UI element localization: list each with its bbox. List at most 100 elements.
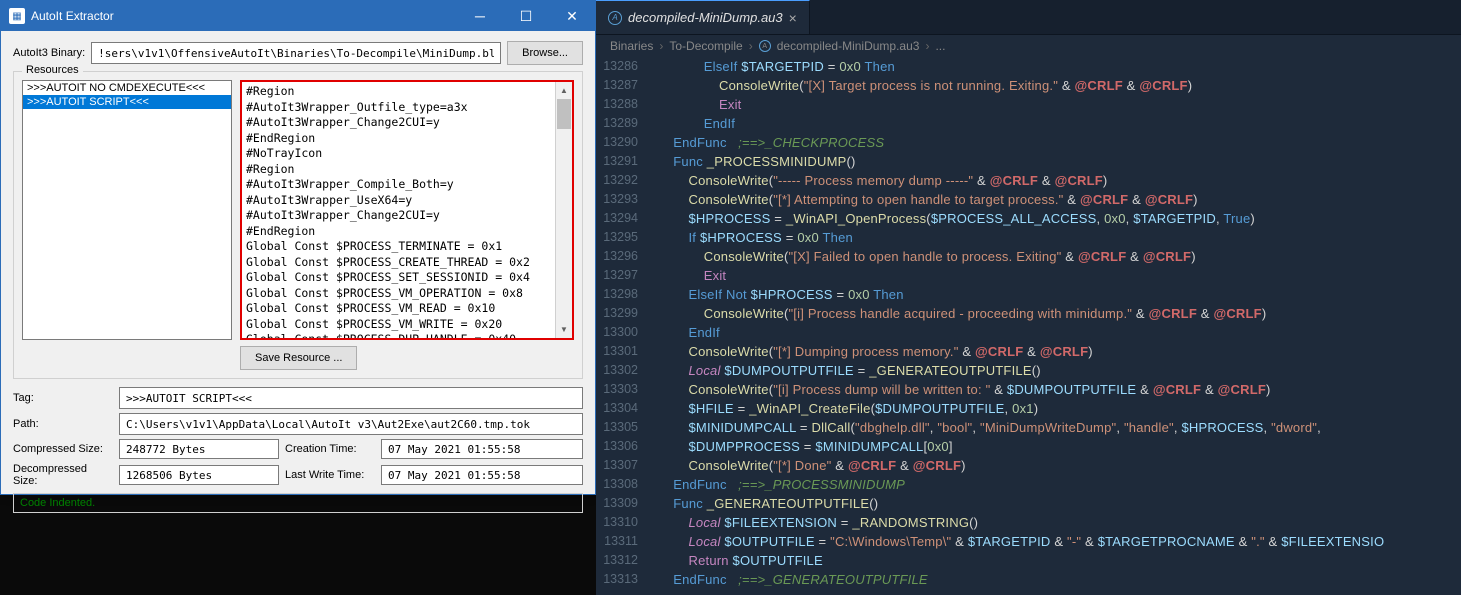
- path-label: Path:: [13, 418, 113, 430]
- code-line[interactable]: 13313 EndFunc ;==>_GENERATEOUTPUTFILE: [596, 570, 1461, 589]
- autoit-file-icon: A: [759, 40, 771, 52]
- code-content: EndIf: [658, 114, 1461, 133]
- breadcrumb-item[interactable]: decompiled-MiniDump.au3: [777, 39, 920, 53]
- code-line[interactable]: 13303 ConsoleWrite("[i] Process dump wil…: [596, 380, 1461, 399]
- code-line[interactable]: 13310 Local $FILEEXTENSION = _RANDOMSTRI…: [596, 513, 1461, 532]
- code-content: Local $DUMPOUTPUTFILE = _GENERATEOUTPUTF…: [658, 361, 1461, 380]
- code-line[interactable]: 13311 Local $OUTPUTFILE = "C:\Windows\Te…: [596, 532, 1461, 551]
- script-content[interactable]: #Region #AutoIt3Wrapper_Outfile_type=a3x…: [242, 82, 572, 338]
- code-content: EndFunc ;==>_CHECKPROCESS: [658, 133, 1461, 152]
- line-number: 13303: [596, 380, 658, 399]
- vertical-scrollbar[interactable]: ▲ ▼: [555, 82, 572, 338]
- code-content: ConsoleWrite("[X] Target process is not …: [658, 76, 1461, 95]
- code-content: Exit: [658, 266, 1461, 285]
- code-line[interactable]: 13292 ConsoleWrite("----- Process memory…: [596, 171, 1461, 190]
- titlebar[interactable]: ▦ AutoIt Extractor ─ ☐ ✕: [1, 1, 595, 31]
- code-line[interactable]: 13308 EndFunc ;==>_PROCESSMINIDUMP: [596, 475, 1461, 494]
- code-line[interactable]: 13309 Func _GENERATEOUTPUTFILE(): [596, 494, 1461, 513]
- line-number: 13304: [596, 399, 658, 418]
- code-content: Func _PROCESSMINIDUMP(): [658, 152, 1461, 171]
- code-line[interactable]: 13307 ConsoleWrite("[*] Done" & @CRLF & …: [596, 456, 1461, 475]
- lastwrite-time-field[interactable]: [381, 465, 583, 485]
- breadcrumb-item[interactable]: ...: [935, 39, 945, 53]
- compressed-size-field[interactable]: [119, 439, 279, 459]
- breadcrumb-separator: ›: [749, 39, 753, 53]
- line-number: 13301: [596, 342, 658, 361]
- code-line[interactable]: 13298 ElseIf Not $HPROCESS = 0x0 Then: [596, 285, 1461, 304]
- autoit-file-icon: A: [608, 11, 622, 25]
- code-line[interactable]: 13301 ConsoleWrite("[*] Dumping process …: [596, 342, 1461, 361]
- line-number: 13289: [596, 114, 658, 133]
- code-line[interactable]: 13305 $MINIDUMPCALL = DllCall("dbghelp.d…: [596, 418, 1461, 437]
- path-field[interactable]: [119, 413, 583, 435]
- resources-fieldset: Resources >>>AUTOIT NO CMDEXECUTE<<<>>>A…: [13, 71, 583, 379]
- line-number: 13300: [596, 323, 658, 342]
- line-number: 13296: [596, 247, 658, 266]
- line-number: 13294: [596, 209, 658, 228]
- line-number: 13309: [596, 494, 658, 513]
- code-line[interactable]: 13299 ConsoleWrite("[i] Process handle a…: [596, 304, 1461, 323]
- line-number: 13310: [596, 513, 658, 532]
- code-content: EndIf: [658, 323, 1461, 342]
- code-line[interactable]: 13297 Exit: [596, 266, 1461, 285]
- breadcrumb[interactable]: Binaries › To-Decompile › A decompiled-M…: [596, 35, 1461, 57]
- code-content: ConsoleWrite("[*] Dumping process memory…: [658, 342, 1461, 361]
- scroll-thumb[interactable]: [557, 99, 571, 129]
- close-button[interactable]: ✕: [549, 1, 595, 31]
- tab-decompiled-minidump[interactable]: A decompiled-MiniDump.au3 ×: [596, 0, 810, 34]
- resources-listbox[interactable]: >>>AUTOIT NO CMDEXECUTE<<<>>>AUTOIT SCRI…: [22, 80, 232, 340]
- window-title: AutoIt Extractor: [31, 9, 457, 23]
- breadcrumb-item[interactable]: To-Decompile: [669, 39, 742, 53]
- autoit-extractor-window: ▦ AutoIt Extractor ─ ☐ ✕ AutoIt3 Binary:…: [0, 0, 596, 495]
- code-editor[interactable]: 13286 ElseIf $TARGETPID = 0x0 Then13287 …: [596, 57, 1461, 589]
- code-line[interactable]: 13291 Func _PROCESSMINIDUMP(): [596, 152, 1461, 171]
- line-number: 13299: [596, 304, 658, 323]
- line-number: 13295: [596, 228, 658, 247]
- code-line[interactable]: 13293 ConsoleWrite("[*] Attempting to op…: [596, 190, 1461, 209]
- code-content: Exit: [658, 95, 1461, 114]
- creation-time-field[interactable]: [381, 439, 583, 459]
- browse-button[interactable]: Browse...: [507, 41, 583, 65]
- code-line[interactable]: 13312 Return $OUTPUTFILE: [596, 551, 1461, 570]
- save-resource-button[interactable]: Save Resource ...: [240, 346, 357, 370]
- scroll-down-arrow[interactable]: ▼: [556, 321, 572, 338]
- status-text: Code Indented.: [13, 493, 583, 513]
- code-line[interactable]: 13286 ElseIf $TARGETPID = 0x0 Then: [596, 57, 1461, 76]
- code-content: EndFunc ;==>_PROCESSMINIDUMP: [658, 475, 1461, 494]
- tab-close-icon[interactable]: ×: [789, 10, 797, 26]
- code-line[interactable]: 13287 ConsoleWrite("[X] Target process i…: [596, 76, 1461, 95]
- list-item[interactable]: >>>AUTOIT SCRIPT<<<: [23, 95, 231, 109]
- tag-field[interactable]: [119, 387, 583, 409]
- code-line[interactable]: 13306 $DUMPPROCESS = $MINIDUMPCALL[0x0]: [596, 437, 1461, 456]
- lastwrite-label: Last Write Time:: [285, 469, 375, 481]
- line-number: 13288: [596, 95, 658, 114]
- code-line[interactable]: 13304 $HFILE = _WinAPI_CreateFile($DUMPO…: [596, 399, 1461, 418]
- vscode-editor: A decompiled-MiniDump.au3 × Binaries › T…: [596, 0, 1461, 595]
- maximize-button[interactable]: ☐: [503, 1, 549, 31]
- code-line[interactable]: 13300 EndIf: [596, 323, 1461, 342]
- minimize-button[interactable]: ─: [457, 1, 503, 31]
- code-content: ConsoleWrite("[*] Attempting to open han…: [658, 190, 1461, 209]
- scroll-up-arrow[interactable]: ▲: [556, 82, 572, 99]
- code-line[interactable]: 13294 $HPROCESS = _WinAPI_OpenProcess($P…: [596, 209, 1461, 228]
- line-number: 13311: [596, 532, 658, 551]
- tab-label: decompiled-MiniDump.au3: [628, 10, 783, 25]
- code-line[interactable]: 13290 EndFunc ;==>_CHECKPROCESS: [596, 133, 1461, 152]
- code-line[interactable]: 13288 Exit: [596, 95, 1461, 114]
- list-item[interactable]: >>>AUTOIT NO CMDEXECUTE<<<: [23, 81, 231, 95]
- code-line[interactable]: 13296 ConsoleWrite("[X] Failed to open h…: [596, 247, 1461, 266]
- code-content: Func _GENERATEOUTPUTFILE(): [658, 494, 1461, 513]
- compressed-label: Compressed Size:: [13, 443, 113, 455]
- binary-path-input[interactable]: [91, 42, 501, 64]
- code-line[interactable]: 13289 EndIf: [596, 114, 1461, 133]
- script-textarea[interactable]: #Region #AutoIt3Wrapper_Outfile_type=a3x…: [240, 80, 574, 340]
- line-number: 13305: [596, 418, 658, 437]
- line-number: 13286: [596, 57, 658, 76]
- breadcrumb-item[interactable]: Binaries: [610, 39, 653, 53]
- decompressed-size-field[interactable]: [119, 465, 279, 485]
- creation-label: Creation Time:: [285, 443, 375, 455]
- code-line[interactable]: 13295 If $HPROCESS = 0x0 Then: [596, 228, 1461, 247]
- code-content: EndFunc ;==>_GENERATEOUTPUTFILE: [658, 570, 1461, 589]
- code-line[interactable]: 13302 Local $DUMPOUTPUTFILE = _GENERATEO…: [596, 361, 1461, 380]
- line-number: 13293: [596, 190, 658, 209]
